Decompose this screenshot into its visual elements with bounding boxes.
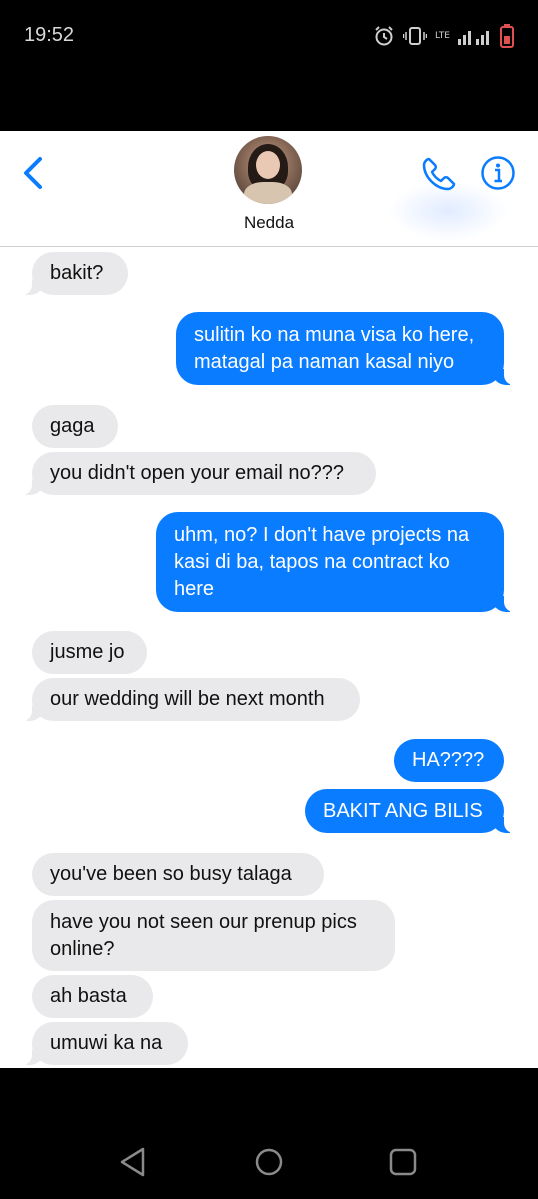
signal-icon	[458, 31, 489, 45]
home-circle-icon[interactable]	[254, 1146, 284, 1178]
status-bar: 19:52 LTE	[0, 0, 538, 131]
back-triangle-icon[interactable]	[118, 1146, 148, 1178]
message-text: bakit?	[50, 262, 104, 284]
message-bubble-outgoing[interactable]: sulitin ko na muna visa ko here, matagal…	[176, 312, 516, 385]
message-text: have you not seen our prenup pics online…	[50, 910, 357, 960]
message-text: ah basta	[50, 985, 127, 1007]
message-text: BAKIT ANG BILIS	[323, 799, 483, 822]
message-bubble-incoming[interactable]: ah basta	[32, 975, 153, 1018]
back-chevron-icon[interactable]	[18, 153, 48, 193]
battery-icon	[500, 24, 514, 48]
message-bubble-incoming[interactable]: have you not seen our prenup pics online…	[32, 900, 395, 971]
contact-name[interactable]: Nedda	[0, 213, 538, 233]
phone-icon[interactable]	[420, 155, 458, 193]
message-text: HA????	[412, 749, 485, 771]
lte-icon: LTE	[435, 30, 450, 41]
message-bubble-incoming[interactable]: you didn't open your email no???	[20, 452, 376, 495]
message-text: you've been so busy talaga	[50, 863, 292, 885]
message-text: gaga	[50, 415, 95, 437]
message-text: uhm, no? I don't have projects na kasi d…	[174, 523, 470, 600]
message-text: you didn't open your email no???	[50, 462, 345, 484]
message-text: umuwi ka na	[50, 1032, 163, 1054]
message-bubble-outgoing[interactable]: HA????	[394, 739, 504, 782]
info-icon[interactable]	[480, 155, 516, 191]
message-text: our wedding will be next month	[50, 688, 325, 710]
message-bubble-incoming[interactable]: bakit?	[20, 252, 128, 295]
message-list[interactable]: bakit? sulitin ko na muna visa ko here, …	[0, 247, 538, 1068]
message-bubble-incoming[interactable]: gaga	[32, 405, 118, 448]
message-text: jusme jo	[50, 641, 125, 663]
message-bubble-incoming[interactable]: jusme jo	[32, 631, 147, 674]
system-nav-bar	[0, 1068, 538, 1199]
recents-square-icon[interactable]	[388, 1146, 418, 1178]
message-bubble-incoming[interactable]: umuwi ka na	[20, 1022, 188, 1065]
message-text: sulitin ko na muna visa ko here, matagal…	[194, 323, 475, 373]
status-icons: LTE	[373, 24, 514, 48]
conversation-header: Nedda	[0, 131, 538, 247]
message-bubble-outgoing[interactable]: uhm, no? I don't have projects na kasi d…	[156, 512, 516, 612]
message-bubble-incoming[interactable]: you've been so busy talaga	[32, 853, 324, 896]
message-bubble-incoming[interactable]: our wedding will be next month	[20, 678, 360, 721]
alarm-icon	[375, 26, 393, 46]
avatar-face	[256, 151, 280, 179]
vibrate-icon	[403, 27, 428, 45]
contact-avatar[interactable]	[234, 136, 302, 204]
status-time: 19:52	[24, 24, 75, 46]
avatar-body	[244, 182, 292, 204]
message-bubble-outgoing[interactable]: BAKIT ANG BILIS	[305, 789, 516, 833]
